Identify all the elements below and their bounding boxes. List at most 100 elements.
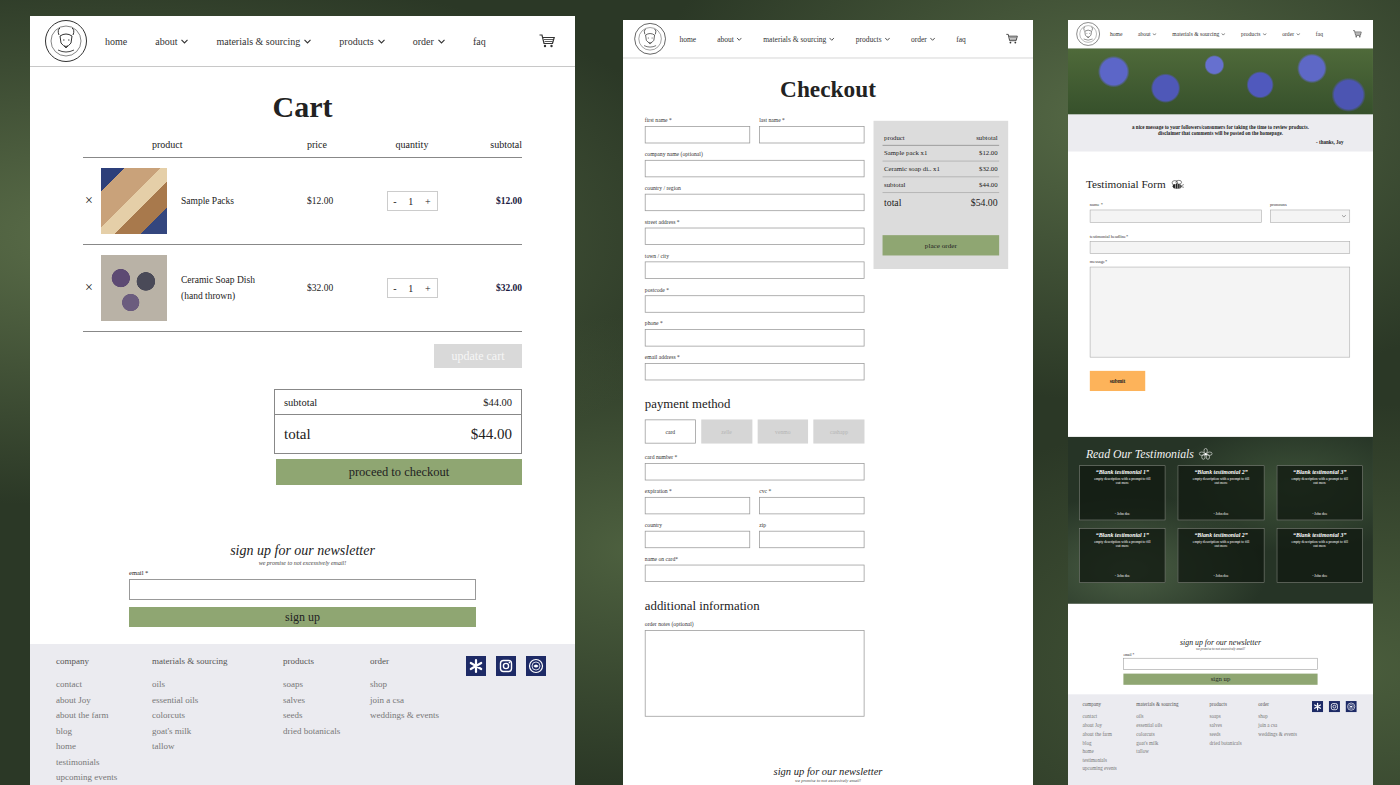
place-order-button[interactable]: place order xyxy=(883,235,1000,255)
nav-item[interactable]: faq xyxy=(473,36,486,47)
sign-up-button[interactable]: sign up xyxy=(129,607,476,627)
email-input[interactable] xyxy=(129,579,476,600)
footer-link[interactable]: about Joy xyxy=(1083,721,1137,730)
text-input[interactable] xyxy=(645,295,865,312)
nav-item[interactable]: about xyxy=(717,35,742,43)
text-input[interactable] xyxy=(645,126,750,143)
footer-link[interactable]: tallow xyxy=(152,739,283,755)
nav-item[interactable]: products xyxy=(339,36,384,47)
text-input[interactable] xyxy=(645,194,865,211)
footer-link[interactable]: upcoming events xyxy=(1083,765,1137,774)
footer-link[interactable]: seeds xyxy=(283,708,370,724)
footer-link[interactable]: colorcuts xyxy=(152,708,283,724)
nav-item[interactable]: materials & sourcing xyxy=(216,36,311,47)
text-input[interactable] xyxy=(759,497,864,514)
footer-link[interactable]: goat's milk xyxy=(152,724,283,740)
pronouns-select[interactable] xyxy=(1270,210,1350,223)
quantity-value[interactable]: 1 xyxy=(408,196,413,207)
asterisk-social-icon[interactable] xyxy=(1312,701,1323,712)
footer-link[interactable]: testimonials xyxy=(56,755,152,771)
footer-link[interactable]: testimonials xyxy=(1083,756,1137,765)
nav-item[interactable]: order xyxy=(1282,31,1300,37)
testimonial-card[interactable]: “Blank testimonial 3” empty description … xyxy=(1277,465,1363,520)
footer-link[interactable]: goat's milk xyxy=(1136,739,1209,748)
email-input[interactable] xyxy=(1123,658,1317,670)
text-input[interactable] xyxy=(645,497,750,514)
payment-method-tab[interactable]: cashapp xyxy=(814,419,865,443)
text-input[interactable] xyxy=(759,126,864,143)
text-input[interactable] xyxy=(645,565,865,582)
headline-input[interactable] xyxy=(1090,241,1350,254)
footer-link[interactable]: shop xyxy=(370,677,466,693)
cart-icon[interactable] xyxy=(1006,34,1018,45)
footer-link[interactable]: tallow xyxy=(1136,747,1209,756)
goat-logo-icon[interactable] xyxy=(1076,22,1101,47)
text-input[interactable] xyxy=(759,531,864,548)
footer-link[interactable]: about the farm xyxy=(1083,730,1137,739)
footer-link[interactable]: join a csa xyxy=(1258,721,1312,730)
testimonial-card[interactable]: “Blank testimonial 1” empty description … xyxy=(1079,465,1165,520)
testimonial-card[interactable]: “Blank testimonial 3” empty description … xyxy=(1277,528,1363,583)
nav-item[interactable]: materials & sourcing xyxy=(1172,31,1225,37)
footer-link[interactable]: contact xyxy=(1083,713,1137,722)
text-input[interactable] xyxy=(645,363,865,380)
payment-method-tab[interactable]: card xyxy=(645,419,696,443)
payment-method-tab[interactable]: venmo xyxy=(757,419,808,443)
footer-link[interactable]: contact xyxy=(56,677,152,693)
nav-item[interactable]: about xyxy=(1138,31,1157,37)
footer-link[interactable]: oils xyxy=(152,677,283,693)
order-notes-textarea[interactable] xyxy=(645,630,865,717)
update-cart-button[interactable]: update cart xyxy=(434,344,522,368)
nav-item[interactable]: home xyxy=(105,36,127,47)
emblem-social-icon[interactable] xyxy=(1346,701,1357,712)
footer-link[interactable]: salves xyxy=(1210,721,1259,730)
nav-item[interactable]: faq xyxy=(1316,31,1323,37)
nav-item[interactable]: order xyxy=(413,36,445,47)
quantity-value[interactable]: 1 xyxy=(408,283,413,294)
payment-method-tab[interactable]: zelle xyxy=(701,419,752,443)
submit-button[interactable]: submit xyxy=(1090,371,1145,391)
footer-link[interactable]: upcoming events xyxy=(56,770,152,785)
text-input[interactable] xyxy=(645,329,865,346)
decrease-button[interactable]: - xyxy=(393,283,396,294)
product-name[interactable]: Ceramic Soap Dish(hand thrown) xyxy=(181,272,307,304)
remove-button[interactable]: × xyxy=(83,280,101,296)
footer-link[interactable]: essential oils xyxy=(1136,721,1209,730)
nav-item[interactable]: order xyxy=(911,35,935,43)
testimonial-card[interactable]: “Blank testimonial 1” empty description … xyxy=(1079,528,1165,583)
nav-item[interactable]: products xyxy=(1241,31,1266,37)
message-textarea[interactable] xyxy=(1090,267,1350,358)
footer-link[interactable]: weddings & events xyxy=(370,708,466,724)
product-name[interactable]: Sample Packs xyxy=(181,193,307,209)
instagram-icon[interactable] xyxy=(1329,701,1340,712)
emblem-social-icon[interactable] xyxy=(526,656,546,676)
proceed-to-checkout-button[interactable]: proceed to checkout xyxy=(276,459,522,485)
footer-link[interactable]: weddings & events xyxy=(1258,730,1312,739)
footer-link[interactable]: shop xyxy=(1258,713,1312,722)
decrease-button[interactable]: - xyxy=(393,196,396,207)
name-input[interactable] xyxy=(1090,210,1262,223)
footer-link[interactable]: essential oils xyxy=(152,693,283,709)
footer-link[interactable]: home xyxy=(1083,747,1137,756)
testimonial-card[interactable]: “Blank testimonial 2” empty description … xyxy=(1178,465,1264,520)
footer-link[interactable]: about Joy xyxy=(56,693,152,709)
increase-button[interactable]: + xyxy=(425,283,431,294)
footer-link[interactable]: join a csa xyxy=(370,693,466,709)
text-input[interactable] xyxy=(645,160,865,177)
footer-link[interactable]: blog xyxy=(56,724,152,740)
nav-item[interactable]: about xyxy=(155,36,188,47)
cart-icon[interactable] xyxy=(1353,30,1362,38)
footer-link[interactable]: home xyxy=(56,739,152,755)
text-input[interactable] xyxy=(645,463,865,480)
footer-link[interactable]: soaps xyxy=(1210,713,1259,722)
asterisk-social-icon[interactable] xyxy=(466,656,486,676)
nav-item[interactable]: materials & sourcing xyxy=(763,35,834,43)
sign-up-button[interactable]: sign up xyxy=(1123,674,1317,685)
goat-logo-icon[interactable] xyxy=(634,22,667,55)
cart-icon[interactable] xyxy=(539,34,555,48)
nav-item[interactable]: home xyxy=(679,35,696,43)
footer-link[interactable]: oils xyxy=(1136,713,1209,722)
footer-link[interactable]: dried botanicals xyxy=(283,724,370,740)
footer-link[interactable]: seeds xyxy=(1210,730,1259,739)
footer-link[interactable]: colorcuts xyxy=(1136,730,1209,739)
